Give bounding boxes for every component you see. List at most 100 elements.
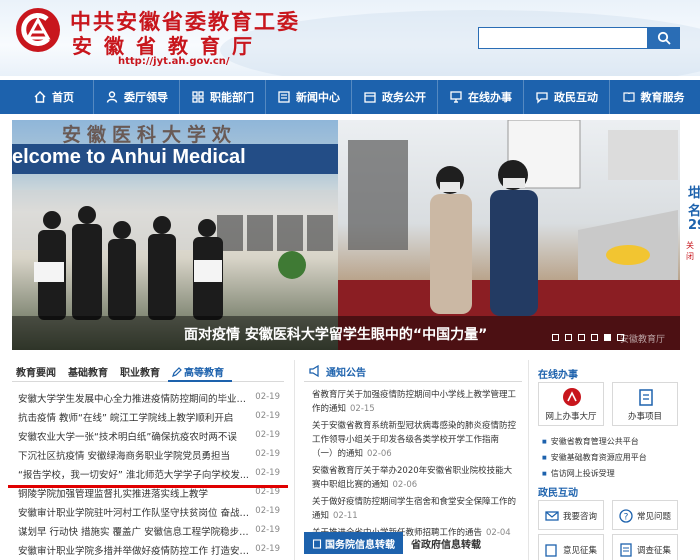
news-title[interactable]: 安徽农业大学一张“技术明白纸”确保抗疫农时两不误 (18, 429, 252, 443)
tab-label: 高等教育 (184, 368, 224, 379)
news-panel: 教育要闻 基础教育 职业教育 高等教育 安徽大学学生发展中心全力推进疫情防控期间… (12, 360, 284, 560)
news-date: 02-19 (255, 430, 280, 440)
notice-text: 省教育厅关于加强疫情防控期间中小学线上教学管理工作的通知 (312, 390, 517, 414)
notice-item[interactable]: 安徽省教育厅关于举办2020年安徽省职业院校技能大赛中职组比赛的通知 02-06 (312, 464, 520, 492)
notice-date: 02-06 (367, 449, 392, 459)
notice-panel: 通知公告 省教育厅关于加强疫情防控期间中小学线上教学管理工作的通知 02-15 关… (304, 360, 522, 560)
notice-item[interactable]: 省教育厅关于加强疫情防控期间中小学线上教学管理工作的通知 02-15 (312, 388, 520, 416)
education-logo-icon[interactable] (14, 6, 62, 54)
carousel-dot[interactable] (591, 334, 598, 341)
news-title[interactable]: 谋划早 行动快 措施实 覆盖广 安徽信息工程学院稳步实... (18, 524, 252, 538)
news-item[interactable]: 安徽审计职业学院驻叶河村工作队坚守扶贫岗位 奋战抗... 02-19 (12, 502, 284, 521)
news-title[interactable]: 下沉社区抗疫情 安徽绿海商务职业学院党员勇担当 (18, 448, 252, 462)
nav-item-open-gov[interactable]: 政务公开 (352, 80, 438, 114)
floating-ad-close[interactable]: 关闭 (686, 240, 700, 260)
tab-label: 国务院信息转载 (325, 540, 395, 551)
faq-button[interactable]: ? 常见问题 (612, 500, 678, 530)
news-title[interactable]: 安徽审计职业学院多措并举做好疫情防控工作 打造安宁... (18, 543, 252, 557)
news-carousel[interactable]: 安徽医科大学欢 elcome to Anhui Medical 面对疫情 安徽医… (12, 120, 680, 350)
column-divider (528, 360, 529, 560)
carousel-dot[interactable] (578, 334, 585, 341)
online-hall-button[interactable]: 网上办事大厅 (538, 382, 604, 426)
tab-provincial-gov-info[interactable]: 省政府信息转载 (403, 532, 489, 554)
online-service-icon (450, 91, 462, 103)
carousel-pagination (552, 334, 624, 341)
service-label: 意见征集 (563, 546, 598, 556)
notice-item[interactable]: 关于做好疫情防控期间学生宿舍和食堂安全保障工作的通知 02-11 (312, 495, 520, 523)
notice-title: 通知公告 (326, 368, 366, 379)
tab-edu-news[interactable]: 教育要闻 (12, 360, 64, 382)
carousel-dot-active[interactable] (604, 334, 611, 341)
news-date: 02-19 (255, 487, 280, 497)
news-item[interactable]: 谋划早 行动快 措施实 覆盖广 安徽信息工程学院稳步实... 02-19 (12, 521, 284, 540)
notice-date: 02-15 (350, 404, 375, 414)
news-date: 02-19 (255, 506, 280, 516)
news-title[interactable]: 安徽大学学生发展中心全力推进疫情防控期间的毕业生就... (18, 391, 252, 405)
news-item[interactable]: 安徽大学学生发展中心全力推进疫情防控期间的毕业生就... 02-19 (12, 388, 284, 407)
nav-label: 教育服务 (640, 91, 685, 104)
nav-item-home[interactable]: 首页 (14, 80, 94, 114)
tab-basic-edu[interactable]: 基础教育 (64, 360, 116, 382)
department-icon (192, 91, 204, 103)
tab-higher-edu[interactable]: 高等教育 (168, 360, 232, 382)
news-title[interactable]: 安徽审计职业学院驻叶河村工作队坚守扶贫岗位 奋战抗... (18, 505, 252, 519)
news-item[interactable]: 安徽审计职业学院多措并举做好疫情防控工作 打造安宁... 02-19 (12, 540, 284, 559)
opinion-button[interactable]: 意见征集 (538, 534, 604, 560)
consult-button[interactable]: 我要咨询 (538, 500, 604, 530)
notice-text: 关于安徽省教育系统新型冠状病毒感染的肺炎疫情防控工作领导小组关于印发各级各类学校… (312, 421, 517, 459)
nav-label: 政民互动 (554, 91, 598, 104)
news-title[interactable]: 铜陵学院加强管理监督扎实推进落实线上教学 (18, 486, 252, 500)
notice-date: 02-11 (333, 511, 358, 521)
news-icon (278, 91, 290, 103)
news-title[interactable]: 抗击疫情 教师“在线” 皖江工学院线上教学顺利开启 (18, 410, 252, 424)
link-edu-management-platform[interactable]: 安徽省教育管理公共平台 (542, 436, 639, 447)
carousel-dot[interactable] (565, 334, 572, 341)
question-icon: ? (619, 509, 633, 523)
survey-icon (620, 543, 632, 557)
svg-text:?: ? (624, 513, 629, 523)
nav-item-leaders[interactable]: 委厅领导 (94, 80, 180, 114)
mail-icon (545, 511, 559, 521)
nav-item-departments[interactable]: 职能部门 (180, 80, 266, 114)
nav-item-edu-service[interactable]: 教育服务 (610, 80, 696, 114)
nav-label: 政务公开 (382, 91, 426, 104)
search-input[interactable] (478, 27, 648, 49)
highlight-underline (8, 485, 288, 488)
interaction-title: 政民互动 (538, 488, 578, 499)
news-date: 02-19 (255, 411, 280, 421)
book-icon (622, 92, 635, 103)
tab-state-council-info[interactable]: 国务院信息转载 (304, 532, 403, 554)
floating-ad-partial[interactable]: 坩 名 29 关闭 (684, 170, 700, 260)
carousel-caption[interactable]: 面对疫情 安徽医科大学留学生眼中的“中国力量” (184, 324, 487, 344)
photo-watermark: 安徽教育厅 (620, 335, 666, 345)
notice-item[interactable]: 关于安徽省教育系统新型冠状病毒感染的肺炎疫情防控工作领导小组关于印发各级各类学校… (312, 419, 520, 461)
news-title[interactable]: “报告学校，我一切安好” 淮北师范大学学子向学校发... (18, 467, 252, 481)
nav-item-interaction[interactable]: 政民互动 (524, 80, 610, 114)
edit-icon (545, 544, 557, 557)
news-item[interactable]: 抗击疫情 教师“在线” 皖江工学院线上教学顺利开启 02-19 (12, 407, 284, 426)
nav-item-news[interactable]: 新闻中心 (266, 80, 352, 114)
notice-list: 省教育厅关于加强疫情防控期间中小学线上教学管理工作的通知 02-15 关于安徽省教… (312, 388, 520, 543)
survey-button[interactable]: 调查征集 (612, 534, 678, 560)
online-service-title: 在线办事 (538, 370, 578, 381)
news-item[interactable]: 下沉社区抗疫情 安徽绿海商务职业学院党员勇担当 02-19 (12, 445, 284, 464)
news-tabs: 教育要闻 基础教育 职业教育 高等教育 (12, 360, 284, 382)
service-items-button[interactable]: 办事项目 (612, 382, 678, 426)
link-petition-complaint[interactable]: 信访网上投诉受理 (542, 468, 615, 479)
news-item[interactable]: 安徽农业大学一张“技术明白纸”确保抗疫农时两不误 02-19 (12, 426, 284, 445)
search-icon (657, 31, 671, 45)
news-date: 02-19 (255, 544, 280, 554)
news-item[interactable]: “报告学校，我一切安好” 淮北师范大学学子向学校发... 02-19 (12, 464, 284, 483)
search-button[interactable] (648, 27, 680, 49)
tab-vocational-edu[interactable]: 职业教育 (116, 360, 168, 382)
notice-date: 02-06 (392, 480, 418, 490)
nav-label: 在线办事 (468, 91, 512, 104)
floating-ad-text: 名 (688, 204, 700, 219)
link-basic-edu-resource-platform[interactable]: 安徽基础教育资源应用平台 (542, 452, 647, 463)
site-url[interactable]: http://jyt.ah.gov.cn/ (118, 56, 230, 67)
service-label: 办事项目 (627, 412, 662, 422)
floating-ad-text: 坩 (688, 186, 700, 201)
nav-item-online-service[interactable]: 在线办事 (438, 80, 524, 114)
education-logo-icon (563, 388, 581, 406)
carousel-dot[interactable] (552, 334, 559, 341)
